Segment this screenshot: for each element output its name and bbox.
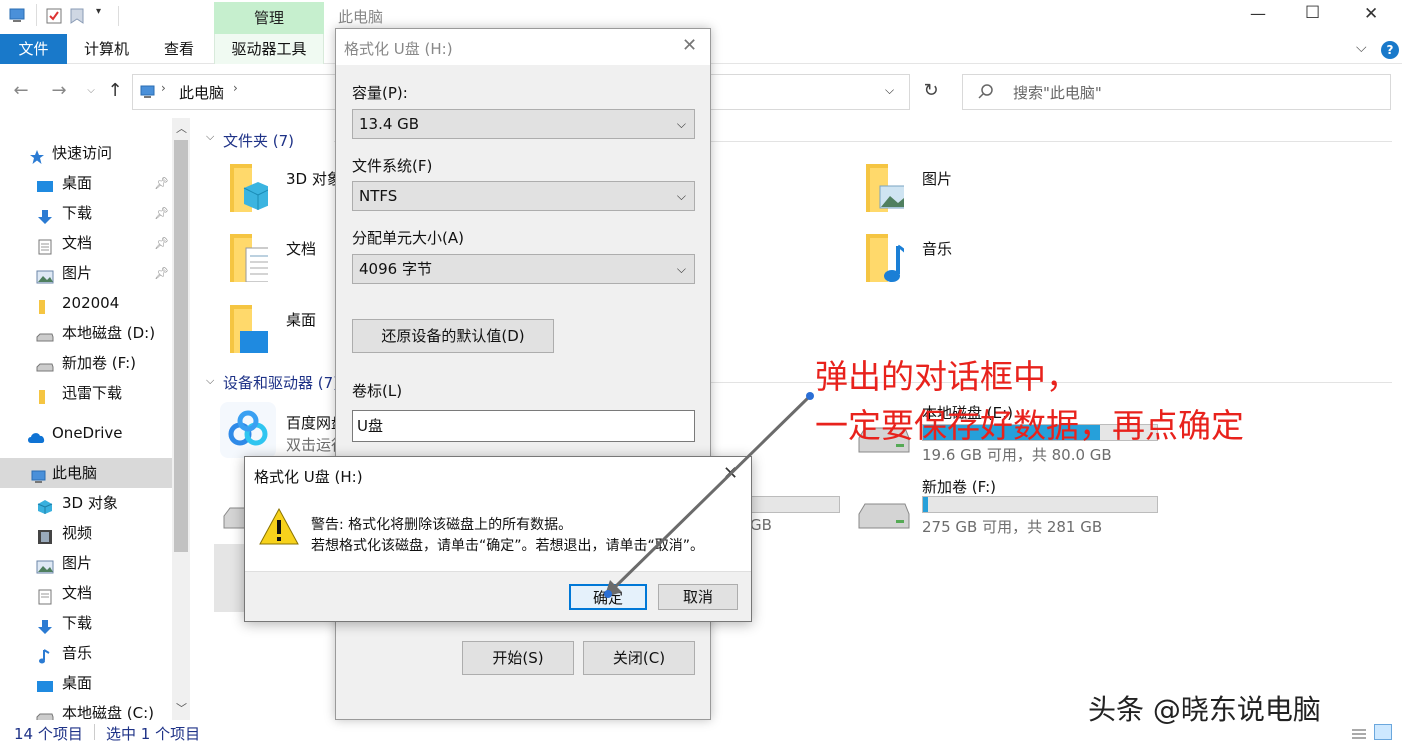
watermark: 头条 @晓东说电脑 — [1088, 693, 1321, 726]
annotation-arrow — [604, 392, 814, 598]
annotation-line1: 弹出的对话框中， — [815, 357, 1079, 396]
annotation-line2: 一定要保存好数据，再点确定 — [815, 406, 1244, 445]
